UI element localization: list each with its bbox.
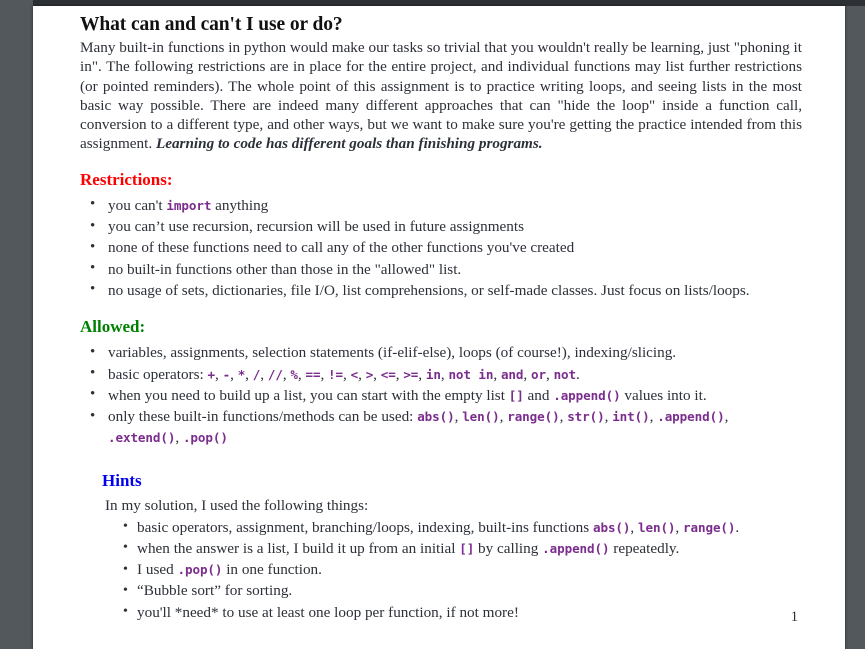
bullet-text: , [373, 365, 381, 383]
code-token: .append() [657, 409, 725, 425]
bullet-text: by calling [474, 539, 543, 557]
page-content: What can and can't I use or do? Many bui… [80, 14, 802, 623]
code-token: % [290, 366, 298, 382]
code-token: >= [403, 366, 419, 382]
bullet-text: , [215, 365, 223, 383]
code-token: == [305, 366, 321, 382]
bullet-text: repeatedly. [609, 539, 680, 557]
code-token: + [207, 366, 216, 382]
bullet-text: , [343, 365, 351, 383]
code-token: .pop() [177, 562, 223, 578]
code-token: [] [508, 387, 524, 403]
document-page: What can and can't I use or do? Many bui… [33, 6, 845, 649]
hints-heading: Hints [102, 470, 142, 490]
intro-paragraph: Many built-in functions in python would … [80, 38, 802, 154]
bullet-text: no usage of sets, dictionaries, file I/O… [108, 281, 750, 299]
bullet-text: variables, assignments, selection statem… [108, 344, 677, 362]
hints-lead-text: In my solution, I used the following thi… [105, 496, 369, 514]
allowed-heading: Allowed: [80, 317, 146, 337]
bullet-text: , [230, 365, 238, 383]
hint-item: you'll *need* to use at least one loop p… [122, 601, 802, 623]
code-token: != [328, 366, 344, 382]
hints-list: basic operators, assignment, branching/l… [122, 516, 802, 623]
code-token: str() [567, 409, 605, 425]
code-token: not [553, 366, 577, 382]
bullet-text: , [320, 365, 329, 383]
code-token: not in [448, 366, 494, 382]
code-token: < [350, 366, 359, 382]
restriction-item: you can’t use recursion, recursion will … [80, 216, 802, 238]
bullet-text: , [493, 365, 501, 383]
bullet-text: anything [211, 196, 269, 214]
bullet-text: none of these functions need to call any… [108, 239, 575, 257]
pdf-viewer: What can and can't I use or do? Many bui… [0, 0, 865, 649]
code-token: range() [507, 409, 560, 425]
allowed-list: variables, assignments, selection statem… [80, 342, 802, 448]
bullet-text: values into it. [620, 386, 707, 404]
allowed-item: when you need to build up a list, you ca… [80, 384, 802, 406]
hint-item: I used .pop() in one function. [122, 559, 802, 580]
allowed-item: only these built-in functions/methods ca… [80, 406, 802, 449]
bullet-text: you can’t use recursion, recursion will … [108, 218, 525, 236]
bullet-text: “Bubble sort” for sorting. [137, 582, 293, 600]
code-token: len() [638, 519, 676, 535]
bullet-text: basic operators, assignment, branching/l… [137, 518, 593, 536]
code-token: int() [612, 409, 650, 425]
code-token: - [222, 366, 231, 382]
code-token: abs() [417, 409, 455, 425]
bullet-text: basic operators: [108, 365, 208, 383]
page-number: 1 [790, 609, 798, 625]
bullet-text: . [735, 518, 740, 536]
restrictions-heading: Restrictions: [80, 169, 173, 189]
hint-item: basic operators, assignment, branching/l… [122, 516, 802, 538]
bullet-text: no built-in functions other than those i… [108, 260, 462, 278]
code-token: or [531, 366, 546, 382]
intro-emphasis: Learning to code has different goals tha… [155, 135, 543, 153]
code-token: .extend() [108, 430, 176, 446]
code-token: <= [380, 366, 396, 382]
bullet-text: and [523, 386, 554, 404]
hint-item: when the answer is a list, I build it up… [122, 537, 802, 559]
code-token: len() [462, 409, 500, 425]
bullet-text: , [418, 365, 426, 383]
restrictions-list: you can't import anything you can’t use r… [80, 194, 802, 301]
bullet-text: only these built-in functions/methods ca… [108, 408, 418, 426]
bullet-text: , [675, 518, 684, 536]
code-token: range() [683, 519, 736, 535]
page-title: What can and can't I use or do? [80, 14, 343, 35]
restriction-item: none of these functions need to call any… [80, 237, 802, 259]
bullet-text: , [724, 408, 729, 426]
bullet-text: . [576, 365, 580, 383]
restriction-item: no usage of sets, dictionaries, file I/O… [80, 279, 802, 301]
bullet-text: , [523, 365, 531, 383]
bullet-text: , [358, 365, 366, 383]
allowed-item: basic operators: +, -, *, /, //, %, ==, … [80, 363, 802, 385]
viewer-left-gutter [0, 0, 33, 649]
restriction-item: no built-in functions other than those i… [80, 258, 802, 280]
bullet-text: , [245, 365, 253, 383]
code-token: .append() [542, 540, 610, 556]
code-token: .append() [553, 387, 621, 403]
code-token: // [267, 366, 283, 382]
bullet-text: when the answer is a list, I build it up… [137, 539, 460, 557]
bullet-text: you'll *need* to use at least one loop p… [137, 603, 519, 621]
code-token: and [500, 366, 524, 382]
bullet-text: when you need to build up a list, you ca… [108, 386, 509, 404]
bullet-text: , [175, 429, 183, 447]
code-token: abs() [592, 519, 631, 535]
code-token: [] [459, 540, 475, 556]
hint-item: “Bubble sort” for sorting. [122, 580, 802, 601]
code-token: import [166, 197, 212, 213]
code-token: in [425, 366, 441, 382]
hints-section: Hints In my solution, I used the followi… [102, 471, 802, 623]
bullet-text: I used [137, 561, 178, 579]
bullet-text: , [260, 365, 268, 383]
allowed-item: variables, assignments, selection statem… [80, 342, 802, 364]
bullet-text: you can't [108, 196, 167, 214]
code-token: .pop() [182, 430, 228, 446]
bullet-text: in one function. [222, 561, 322, 579]
bullet-text: , [630, 518, 638, 536]
restriction-item: you can't import anything [80, 194, 802, 216]
bullet-text: , [545, 365, 554, 383]
